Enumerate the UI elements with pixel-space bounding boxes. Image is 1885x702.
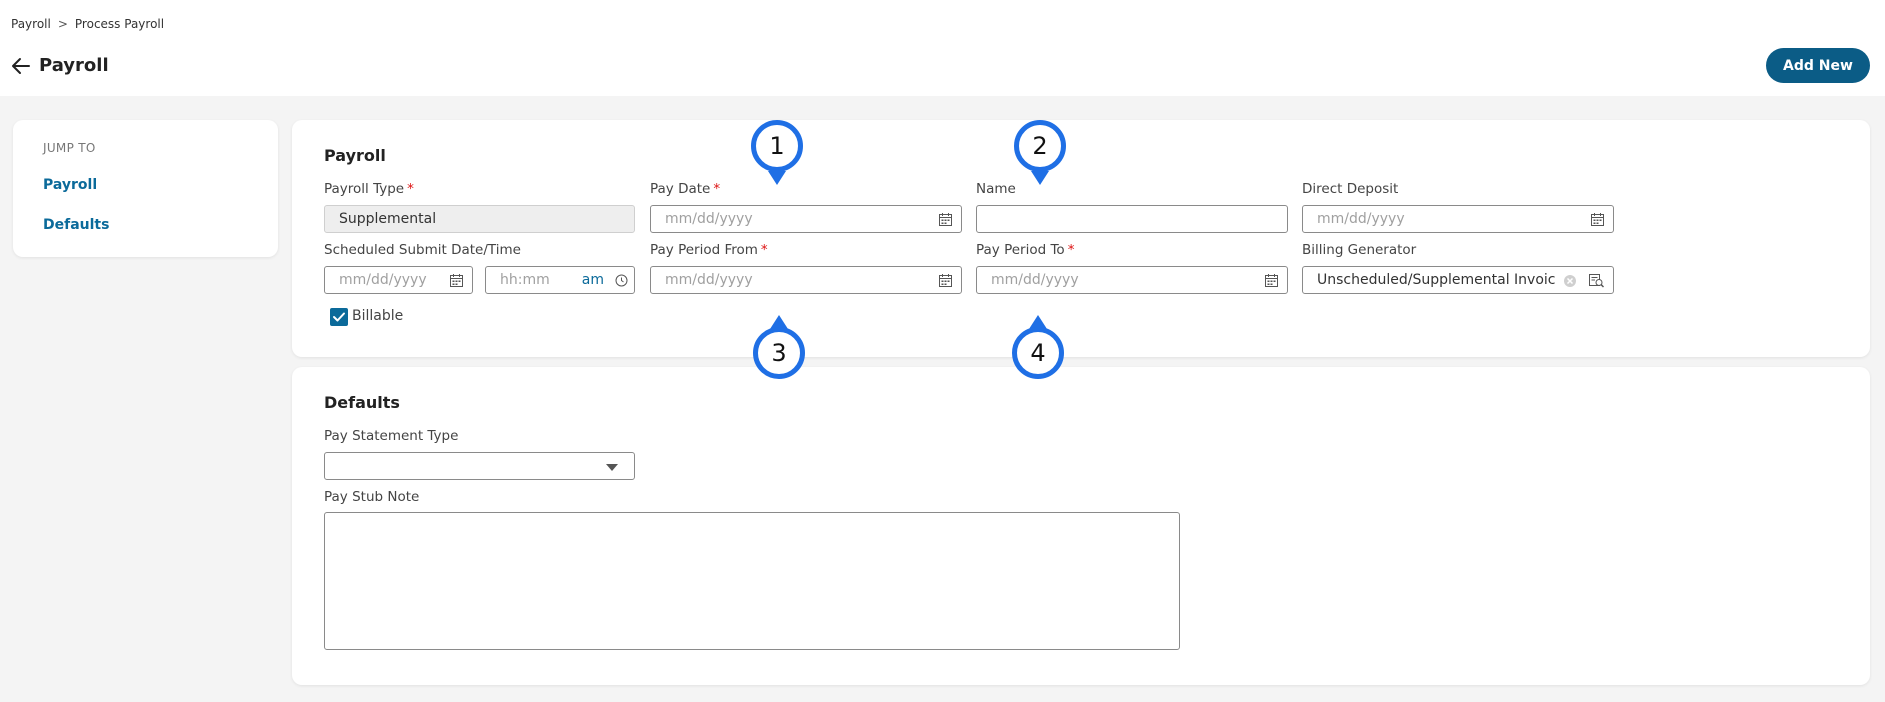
payroll-section: Payroll Payroll Type * Supplemental Pay D…: [292, 120, 1870, 357]
top-bar: Payroll > Process Payroll Payroll Add Ne…: [0, 0, 1885, 96]
pay-period-from-placeholder: mm/dd/yyyy: [665, 272, 753, 288]
calendar-icon[interactable]: [939, 274, 952, 287]
scheduled-submit-date-input[interactable]: mm/dd/yyyy: [324, 266, 473, 294]
calendar-icon[interactable]: [1591, 213, 1604, 226]
payroll-section-title: Payroll: [324, 146, 386, 165]
payroll-type-label: Payroll Type *: [324, 181, 414, 197]
pay-statement-type-label: Pay Statement Type: [324, 428, 459, 444]
pay-date-label: Pay Date *: [650, 181, 721, 197]
annotation-marker-2: 2: [1014, 120, 1066, 172]
pay-date-placeholder: mm/dd/yyyy: [665, 211, 753, 227]
calendar-icon[interactable]: [939, 213, 952, 226]
pay-period-to-input[interactable]: mm/dd/yyyy: [976, 266, 1288, 294]
back-arrow-icon[interactable]: [10, 55, 32, 77]
billing-generator-input[interactable]: Unscheduled/Supplemental Invoice: [1302, 266, 1614, 294]
required-mark: *: [760, 242, 768, 258]
clear-icon[interactable]: [1563, 274, 1577, 288]
pay-period-from-input[interactable]: mm/dd/yyyy: [650, 266, 962, 294]
pay-stub-note-textarea[interactable]: [324, 512, 1180, 650]
pay-period-to-placeholder: mm/dd/yyyy: [991, 272, 1079, 288]
pay-period-from-label: Pay Period From *: [650, 242, 768, 258]
pay-date-input[interactable]: mm/dd/yyyy: [650, 205, 962, 233]
direct-deposit-placeholder: mm/dd/yyyy: [1317, 211, 1405, 227]
ampm-toggle[interactable]: am: [582, 272, 604, 288]
annotation-pointer-1: [768, 171, 786, 185]
billable-label: Billable: [352, 308, 404, 324]
scheduled-time-placeholder: hh:mm: [500, 272, 550, 288]
scheduled-submit-label: Scheduled Submit Date/Time: [324, 242, 521, 258]
calendar-icon[interactable]: [450, 274, 463, 287]
billing-generator-label: Billing Generator: [1302, 242, 1417, 258]
annotation-marker-4: 4: [1012, 327, 1064, 379]
breadcrumb-separator: >: [57, 17, 68, 31]
defaults-section-title: Defaults: [324, 393, 400, 412]
required-mark: *: [713, 181, 721, 197]
required-mark: *: [1067, 242, 1075, 258]
jump-to-panel: JUMP TO Payroll Defaults: [13, 120, 278, 257]
pay-stub-note-label: Pay Stub Note: [324, 489, 420, 505]
clock-icon[interactable]: [615, 274, 628, 287]
check-icon: [333, 312, 345, 322]
billing-generator-value: Unscheduled/Supplemental Invoice: [1317, 272, 1555, 288]
breadcrumb-root[interactable]: Payroll: [11, 17, 51, 31]
name-label: Name: [976, 181, 1016, 197]
page-title: Payroll: [39, 55, 109, 76]
jump-link-payroll[interactable]: Payroll: [43, 177, 97, 193]
pay-period-to-label: Pay Period To *: [976, 242, 1075, 258]
chevron-down-icon[interactable]: [606, 464, 618, 471]
annotation-marker-1: 1: [751, 120, 803, 172]
jump-link-defaults[interactable]: Defaults: [43, 217, 109, 233]
name-input[interactable]: [976, 205, 1288, 233]
scheduled-submit-time-input[interactable]: hh:mm am: [485, 266, 635, 294]
add-new-button[interactable]: Add New: [1766, 48, 1870, 83]
defaults-section: Defaults Pay Statement Type Pay Stub Not…: [292, 367, 1870, 685]
required-mark: *: [407, 181, 414, 197]
breadcrumb: Payroll > Process Payroll: [11, 17, 164, 31]
pay-statement-type-select[interactable]: [324, 452, 635, 480]
annotation-marker-3: 3: [753, 327, 805, 379]
annotation-pointer-2: [1031, 171, 1049, 185]
direct-deposit-label: Direct Deposit: [1302, 181, 1399, 197]
calendar-icon[interactable]: [1265, 274, 1278, 287]
scheduled-date-placeholder: mm/dd/yyyy: [339, 272, 427, 288]
lookup-icon[interactable]: [1589, 273, 1604, 288]
breadcrumb-current: Process Payroll: [74, 17, 165, 31]
direct-deposit-input[interactable]: mm/dd/yyyy: [1302, 205, 1614, 233]
payroll-type-field: Supplemental: [324, 205, 635, 233]
billable-checkbox[interactable]: [330, 308, 348, 326]
jump-to-title: JUMP TO: [43, 141, 96, 155]
